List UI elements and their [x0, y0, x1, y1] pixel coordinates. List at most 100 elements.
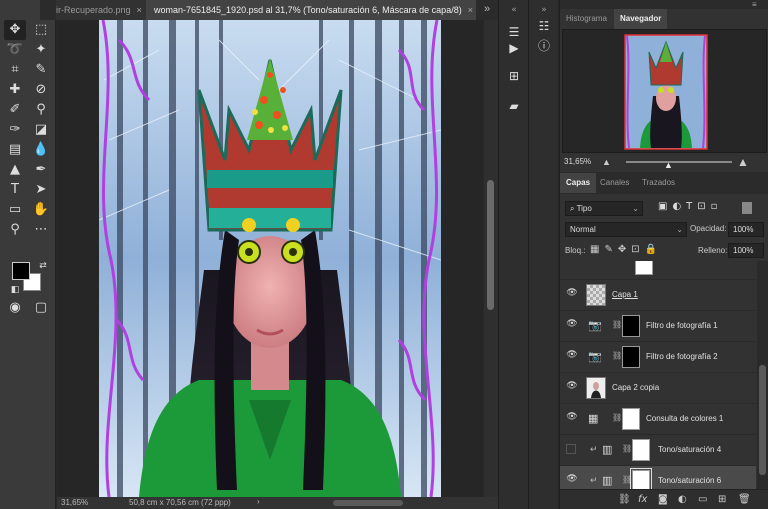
spot-healing-tool-icon[interactable]: ✚ [4, 80, 26, 100]
navigator-preview[interactable] [562, 29, 767, 153]
eye-icon[interactable]: 👁 [566, 474, 578, 484]
status-menu-arrow[interactable]: › [257, 497, 260, 506]
lasso-tool-icon[interactable]: ➰ [4, 40, 26, 60]
magic-wand-tool-icon[interactable]: ✦ [30, 40, 52, 60]
layer-style-icon[interactable]: fx [638, 494, 647, 505]
layer-filtro-foto-1[interactable]: 👁 📷 ⛓ Filtro de fotografía 1 [560, 311, 756, 342]
layer-name: Filtro de fotografía 1 [646, 321, 718, 330]
filter-toggle[interactable] [742, 202, 752, 214]
layer-name: Consulta de colores 1 [646, 414, 724, 423]
collapse-icon[interactable]: « [501, 0, 527, 20]
zoom-tool-icon[interactable]: ⚲ [4, 220, 26, 240]
lock-icons[interactable]: ▦✎✥⊡🔒 [590, 244, 662, 255]
history-brush-tool-icon[interactable]: ✑ [4, 120, 26, 140]
link-layers-icon[interactable]: ⛓ [618, 494, 631, 505]
close-icon[interactable]: × [137, 5, 142, 15]
hand-tool-icon[interactable]: ✋ [30, 200, 52, 220]
screen-mode-icon[interactable]: ▢ [30, 298, 52, 318]
pen-tool-icon[interactable]: ✒ [30, 160, 52, 180]
navigator-thumbnail [624, 34, 708, 150]
visibility-toggle-off[interactable] [566, 444, 576, 454]
eye-icon[interactable]: 👁 [566, 381, 578, 391]
info-icon[interactable]: ⓘ [531, 36, 557, 56]
brush-tool-icon[interactable]: ✐ [4, 100, 26, 120]
tab-paths[interactable]: Trazados [636, 173, 681, 193]
zoom-out-icon[interactable]: ▲ [602, 157, 611, 167]
tab-label: ir-Recuperado.png [56, 5, 131, 15]
close-icon[interactable]: × [468, 5, 473, 15]
marquee-tool-icon[interactable]: ⬚ [30, 20, 52, 40]
layers-scrollbar-thumb[interactable] [759, 365, 766, 475]
zoom-level[interactable]: 31,65% [61, 498, 88, 507]
zoom-slider-handle[interactable]: ▲ [664, 160, 673, 170]
scrollbar-thumb[interactable] [487, 180, 494, 310]
zoom-slider-track[interactable] [626, 161, 732, 163]
hue-saturation-icon: ▥ [602, 474, 613, 487]
layer-mask-thumbnail [622, 408, 640, 430]
eraser-tool-icon[interactable]: ◪ [30, 120, 52, 140]
link-icon[interactable]: ⛓ [622, 475, 632, 484]
opacity-field[interactable]: 100% [728, 222, 764, 237]
tab-histogram[interactable]: Histograma [560, 9, 613, 29]
fill-value: 100% [733, 246, 754, 255]
tab-layers[interactable]: Capas [560, 173, 597, 193]
dodge-tool-icon[interactable]: ▲ [4, 160, 26, 180]
tab-woman-psd[interactable]: woman-7651845_1920.psd al 31,7% (Tono/sa… [146, 0, 476, 20]
clone-stamp-tool-icon[interactable]: ⚲ [30, 100, 52, 120]
document-image[interactable] [99, 20, 441, 497]
play-icon[interactable]: ▶ [501, 38, 527, 58]
adjustments-icon[interactable]: ☷ [531, 16, 557, 36]
tab-overflow-icon[interactable]: » [484, 3, 490, 15]
layer-filter-icons[interactable]: ▣◐T⊡▫ [658, 201, 722, 212]
adjustment-layer-icon[interactable]: ◐ [678, 494, 687, 505]
tab-channels[interactable]: Canales [594, 173, 635, 193]
layer-filtro-foto-2[interactable]: 👁 📷 ⛓ Filtro de fotografía 2 [560, 342, 756, 373]
stamp-icon[interactable]: ⊞ [501, 66, 527, 86]
gradient-tool-icon[interactable]: ▤ [4, 140, 26, 160]
swap-colors-icon[interactable]: ⇄ [32, 256, 54, 276]
more-tools-icon[interactable]: ⋯ [30, 220, 52, 240]
default-colors-icon[interactable]: ◧ [4, 280, 26, 300]
tab-navigator[interactable]: Navegador [614, 9, 668, 29]
eye-icon[interactable]: 👁 [566, 412, 578, 422]
trash-icon[interactable]: 🗑 [738, 494, 751, 505]
type-tool-icon[interactable]: T [4, 180, 26, 200]
horizontal-scrollbar-thumb[interactable] [333, 500, 403, 506]
eyedropper-tool-icon[interactable]: ✎ [30, 60, 52, 80]
glyph-icon[interactable]: ▰ [501, 96, 527, 116]
layer-capa-1[interactable]: 👁 Capa 1 [560, 280, 756, 311]
move-tool-icon[interactable]: ✥ [4, 20, 26, 40]
patch-tool-icon[interactable]: ⊘ [30, 80, 52, 100]
navigator-zoom[interactable]: 31,65% [564, 157, 591, 166]
link-icon[interactable]: ⛓ [622, 444, 632, 453]
layer-capa-2-copia[interactable]: 👁 Capa 2 copia [560, 373, 756, 404]
new-layer-icon[interactable]: ⊞ [718, 494, 726, 505]
layer-tono-sat-4[interactable]: ↵ ▥ ⛓ Tono/saturación 4 [560, 435, 756, 466]
link-icon[interactable]: ⛓ [612, 351, 622, 360]
crop-tool-icon[interactable]: ⌗ [4, 60, 26, 80]
layer-mask-thumbnail [635, 261, 653, 275]
link-icon[interactable]: ⛓ [612, 413, 622, 422]
eye-icon[interactable]: 👁 [566, 319, 578, 329]
group-icon[interactable]: ▭ [698, 494, 707, 505]
zoom-in-icon[interactable]: ▲ [737, 155, 749, 169]
blend-mode-dropdown[interactable]: Normal ⌄ [565, 222, 687, 237]
layer-tono-sat-6[interactable]: 👁 ↵ ▥ ⛓ Tono/saturación 6 [560, 466, 756, 489]
path-selection-tool-icon[interactable]: ➤ [30, 180, 52, 200]
eye-icon[interactable]: 👁 [566, 288, 578, 298]
tab-recuperado[interactable]: ir-Recuperado.png × [56, 0, 160, 20]
collapsed-panel-strip-1: « ☰ ▶ ⊞ ▰ [498, 0, 528, 509]
link-icon[interactable]: ⛓ [612, 320, 622, 329]
eye-icon[interactable]: 👁 [566, 350, 578, 360]
foreground-color-swatch[interactable] [12, 262, 30, 280]
document-tab-bar: ir-Recuperado.png × woman-7651845_1920.ps… [40, 0, 498, 20]
layer-partial[interactable] [560, 261, 756, 280]
blur-tool-icon[interactable]: 💧 [30, 140, 52, 160]
quick-mask-icon[interactable]: ◉ [4, 298, 26, 318]
rectangle-tool-icon[interactable]: ▭ [4, 200, 26, 220]
layer-consulta-colores[interactable]: 👁 ▦ ⛓ Consulta de colores 1 [560, 404, 756, 435]
fill-field[interactable]: 100% [728, 243, 764, 258]
add-mask-icon[interactable]: ◙ [658, 494, 668, 505]
panel-menu-icon[interactable]: ≡ [752, 0, 757, 9]
layer-filter-dropdown[interactable]: ⌕ Tipo ⌄ [565, 201, 643, 216]
